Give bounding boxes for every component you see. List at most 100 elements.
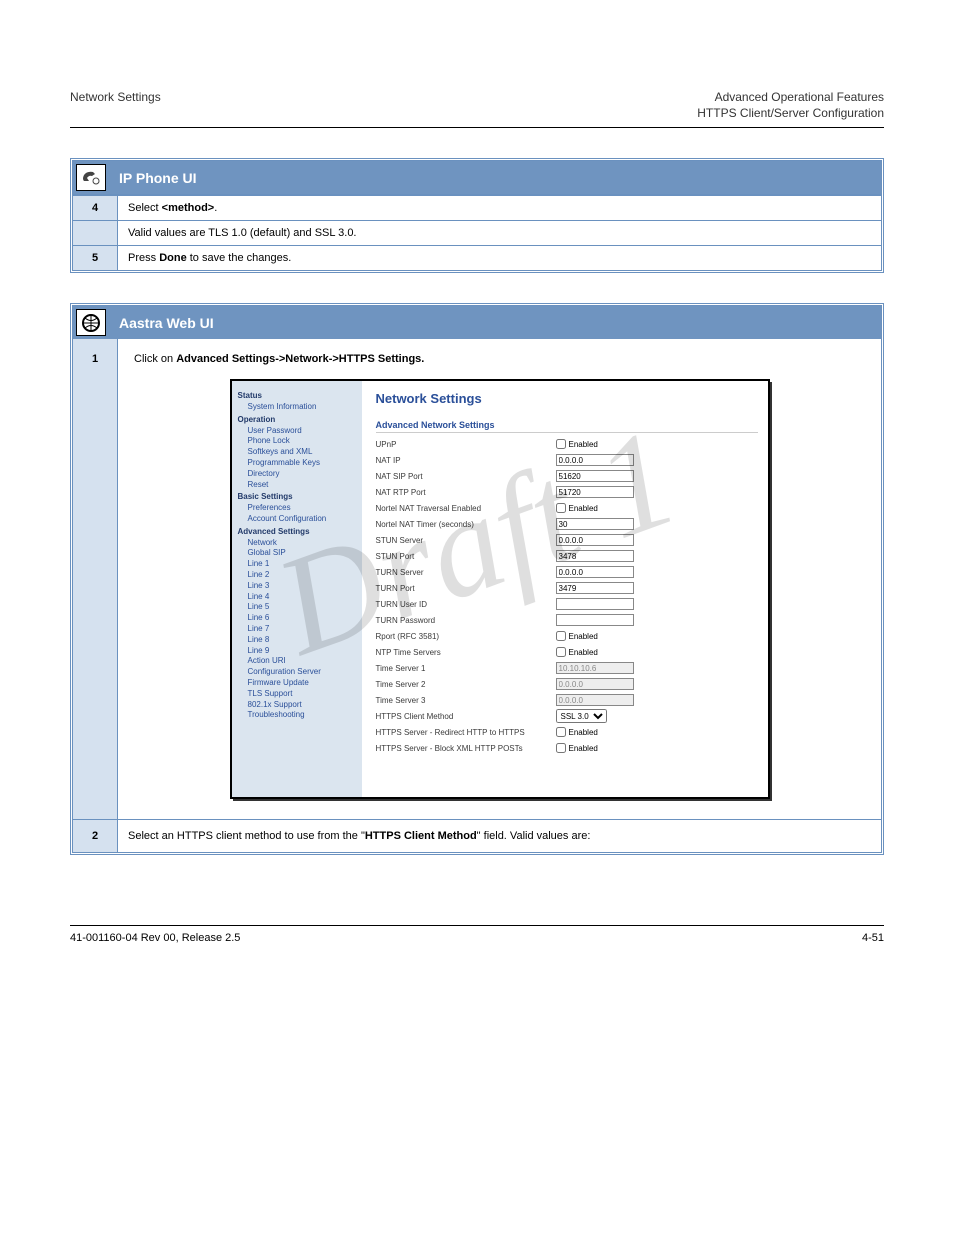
text-input[interactable] (556, 486, 634, 498)
menu-item[interactable]: Line 6 (238, 613, 356, 624)
field-row: Time Server 2 (376, 677, 758, 691)
field-row: TURN Password (376, 613, 758, 627)
field-label: Rport (RFC 3581) (376, 632, 556, 641)
menu-item[interactable]: Phone Lock (238, 436, 356, 447)
text-input[interactable] (556, 454, 634, 466)
panel-title: Network Settings (376, 391, 758, 406)
menu-item[interactable]: Account Configuration (238, 514, 356, 525)
checkbox[interactable] (556, 503, 566, 513)
field-row: TURN Port (376, 581, 758, 595)
checkbox-label: Enabled (569, 728, 598, 737)
text-input[interactable] (556, 550, 634, 562)
menu-item[interactable]: Programmable Keys (238, 458, 356, 469)
step-num: 5 (73, 246, 118, 270)
menu-item[interactable]: Line 2 (238, 570, 356, 581)
web-step2-row: 2 Select an HTTPS client method to use f… (73, 819, 881, 852)
field-label: Time Server 2 (376, 680, 556, 689)
field-label: Nortel NAT Traversal Enabled (376, 504, 556, 513)
menu-item[interactable]: User Password (238, 426, 356, 437)
menu-item[interactable]: Line 8 (238, 635, 356, 646)
field-label: TURN Server (376, 568, 556, 577)
web-step-num: 1 (73, 339, 118, 819)
menu-status: Status (238, 391, 356, 402)
hdr-right1: Advanced Operational Features (697, 90, 884, 106)
field-label: Nortel NAT Timer (seconds) (376, 520, 556, 529)
field-label: Time Server 1 (376, 664, 556, 673)
text-input[interactable] (556, 518, 634, 530)
menu-item[interactable]: Line 7 (238, 624, 356, 635)
page-header: Network Settings Advanced Operational Fe… (70, 90, 884, 128)
text-input[interactable] (556, 614, 634, 626)
menu-item[interactable]: Line 1 (238, 559, 356, 570)
menu-item[interactable]: Configuration Server (238, 667, 356, 678)
field-label: HTTPS Client Method (376, 712, 556, 721)
field-row: Nortel NAT Traversal EnabledEnabled (376, 501, 758, 515)
web-ui-card: Aastra Web UI 1 Click on Advanced Settin… (70, 303, 884, 855)
text-input[interactable] (556, 470, 634, 482)
field-label: NAT RTP Port (376, 488, 556, 497)
checkbox-label: Enabled (569, 744, 598, 753)
field-row: UPnPEnabled (376, 437, 758, 451)
menu-item[interactable]: Line 9 (238, 646, 356, 657)
field-label: NAT IP (376, 456, 556, 465)
field-label: TURN Password (376, 616, 556, 625)
menu-item[interactable]: Softkeys and XML (238, 447, 356, 458)
field-label: NAT SIP Port (376, 472, 556, 481)
checkbox[interactable] (556, 439, 566, 449)
menu-item[interactable]: Global SIP (238, 548, 356, 559)
field-row: NAT SIP Port (376, 469, 758, 483)
text-input[interactable] (556, 582, 634, 594)
text-input (556, 694, 634, 706)
checkbox-label: Enabled (569, 648, 598, 657)
hdr-right: Advanced Operational Features HTTPS Clie… (697, 90, 884, 121)
step-num: 4 (73, 196, 118, 220)
menu-item[interactable]: Troubleshooting (238, 710, 356, 721)
step-row: 4 Select <method>. (73, 195, 881, 220)
field-row: HTTPS Client MethodSSL 3.0 (376, 709, 758, 723)
select-input[interactable]: SSL 3.0 (556, 709, 607, 723)
field-row: STUN Port (376, 549, 758, 563)
menu-item[interactable]: Preferences (238, 503, 356, 514)
checkbox[interactable] (556, 727, 566, 737)
menu-item[interactable]: Line 4 (238, 592, 356, 603)
embedded-screenshot: Status System Information Operation User… (230, 379, 770, 799)
field-label: UPnP (376, 440, 556, 449)
menu-item[interactable]: Line 5 (238, 602, 356, 613)
step-note-blank (73, 221, 118, 245)
hdr-right2: HTTPS Client/Server Configuration (697, 106, 884, 122)
menu-item[interactable]: Action URI (238, 656, 356, 667)
web-step2-num: 2 (73, 820, 118, 852)
menu-item[interactable]: TLS Support (238, 689, 356, 700)
checkbox[interactable] (556, 631, 566, 641)
checkbox-label: Enabled (569, 632, 598, 641)
checkbox[interactable] (556, 647, 566, 657)
text-input[interactable] (556, 598, 634, 610)
globe-icon (76, 309, 106, 336)
text-input[interactable] (556, 566, 634, 578)
field-row: Nortel NAT Timer (seconds) (376, 517, 758, 531)
menu-item[interactable]: Firmware Update (238, 678, 356, 689)
checkbox[interactable] (556, 743, 566, 753)
sidebar-menu: Status System Information Operation User… (232, 381, 362, 797)
menu-item[interactable]: Reset (238, 480, 356, 491)
menu-item[interactable]: Directory (238, 469, 356, 480)
field-row: NAT RTP Port (376, 485, 758, 499)
field-label: STUN Server (376, 536, 556, 545)
text-input[interactable] (556, 534, 634, 546)
menu-basic: Basic Settings (238, 492, 356, 503)
field-label: HTTPS Server - Block XML HTTP POSTs (376, 744, 556, 753)
web-ui-body: 1 Click on Advanced Settings->Network->H… (73, 339, 881, 819)
settings-panel: Network Settings Advanced Network Settin… (362, 381, 768, 797)
web-step2-text: Select an HTTPS client method to use fro… (118, 820, 881, 852)
field-row: Rport (RFC 3581) Enabled (376, 629, 758, 643)
menu-item[interactable]: System Information (238, 402, 356, 413)
step-row: 5 Press Done to save the changes. (73, 245, 881, 270)
panel-subhead: Advanced Network Settings (376, 420, 758, 433)
phone-ui-card: IP Phone UI 4 Select <method>. Valid val… (70, 158, 884, 273)
text-input (556, 678, 634, 690)
menu-item[interactable]: 802.1x Support (238, 700, 356, 711)
field-row: Time Server 1 (376, 661, 758, 675)
menu-item[interactable]: Network (238, 538, 356, 549)
menu-operation: Operation (238, 415, 356, 426)
menu-item[interactable]: Line 3 (238, 581, 356, 592)
